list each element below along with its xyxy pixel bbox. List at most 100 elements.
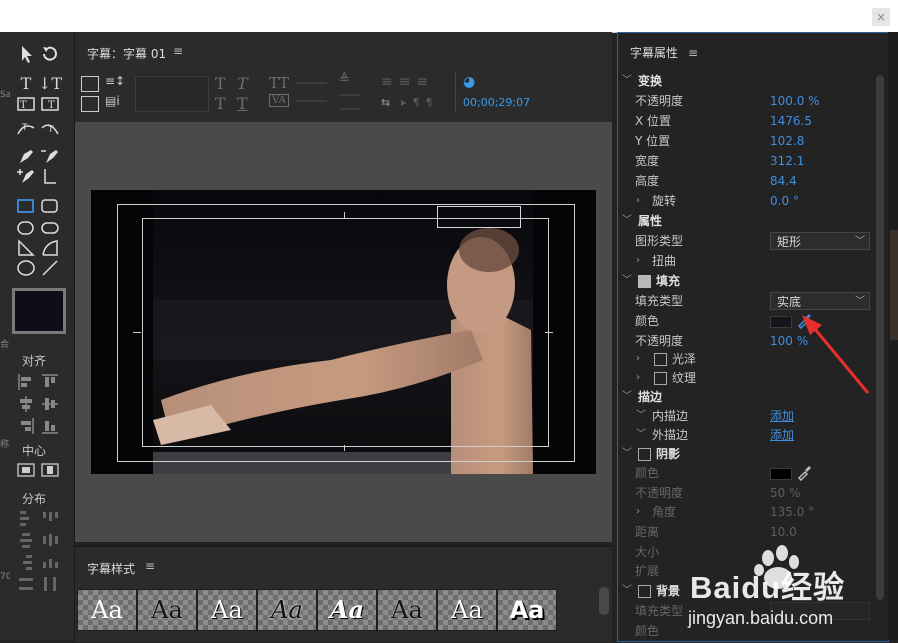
styles-menu-icon[interactable]: ≡ <box>145 559 155 573</box>
shadow-angle-value[interactable]: 135.0 ° <box>770 502 814 522</box>
distribute-top-icon[interactable] <box>40 508 60 528</box>
ellipse-tool-icon[interactable] <box>16 258 36 278</box>
area-type-tool-icon[interactable]: T <box>16 94 36 114</box>
align-center-v-icon[interactable] <box>40 394 60 414</box>
rotation-tool-icon[interactable] <box>40 44 60 64</box>
alignment-icons[interactable]: ≡≡≡ <box>381 74 434 90</box>
align-top-icon[interactable] <box>40 372 60 392</box>
center-vertical-icon[interactable] <box>40 460 60 480</box>
style-tile[interactable]: Aa <box>437 589 497 631</box>
path-type-tool-icon[interactable]: T <box>16 118 36 138</box>
kerning-field[interactable]: ------------ <box>295 96 327 107</box>
chevron-right-icon[interactable]: › <box>636 368 640 388</box>
wedge-tool-icon[interactable] <box>16 238 36 258</box>
style-tile[interactable]: Aa <box>497 589 557 631</box>
convert-anchor-tool-icon[interactable] <box>40 166 60 186</box>
y-position-value[interactable]: 102.8 <box>770 131 804 151</box>
rotation-row[interactable]: › 旋转 0.0 ° <box>618 191 888 211</box>
selection-tool-icon[interactable] <box>16 44 36 64</box>
add-outer-stroke-link[interactable]: 添加 <box>770 425 794 445</box>
background-checkbox[interactable] <box>638 585 651 598</box>
attributes-section[interactable]: ﹀ 属性 <box>618 211 888 231</box>
sheen-checkbox[interactable] <box>654 353 667 366</box>
leading-field[interactable]: -------- <box>339 90 361 101</box>
chevron-down-icon[interactable]: ﹀ <box>636 425 646 445</box>
kerning-icon[interactable]: VA <box>269 94 289 107</box>
selected-rectangle-shape[interactable] <box>437 206 521 228</box>
chevron-right-icon[interactable]: › <box>636 349 640 369</box>
style-tile[interactable]: Aa <box>77 589 137 631</box>
clipped-corner-rectangle-tool-icon[interactable] <box>16 218 36 238</box>
template-icon[interactable] <box>81 96 99 112</box>
shadow-opacity-value[interactable]: 50 % <box>770 483 801 503</box>
tab-align-icon[interactable]: ⇆ <box>381 96 390 109</box>
properties-scrollbar[interactable] <box>876 75 884 600</box>
fill-checkbox[interactable] <box>638 275 651 288</box>
shadow-angle-row[interactable]: › 角度 135.0 ° <box>618 502 888 522</box>
title-canvas-area[interactable] <box>75 122 612 542</box>
leading-icon[interactable]: ≜ <box>339 72 350 87</box>
transform-section[interactable]: ﹀ 变换 <box>618 71 888 91</box>
chevron-down-icon[interactable]: ﹀ <box>636 406 646 426</box>
distribute-spacing-h-icon[interactable] <box>16 574 36 594</box>
shadow-color-chip[interactable] <box>770 468 792 480</box>
rectangle-tool-icon[interactable] <box>16 196 36 216</box>
chevron-down-icon[interactable]: ﹀ <box>622 581 632 601</box>
tracking-field[interactable]: -------- <box>339 104 361 115</box>
distort-row[interactable]: › 扭曲 <box>618 251 888 271</box>
center-horizontal-icon[interactable] <box>16 460 36 480</box>
bold-icon[interactable]: T <box>215 74 226 93</box>
width-value[interactable]: 312.1 <box>770 151 804 171</box>
distribute-right-icon[interactable] <box>16 552 36 572</box>
distribute-spacing-v-icon[interactable] <box>40 574 60 594</box>
align-bottom-icon[interactable] <box>40 416 60 436</box>
align-left-icon[interactable] <box>16 372 36 392</box>
arc-tool-icon[interactable] <box>40 238 60 258</box>
fill-type-dropdown[interactable]: 实底 ﹀ <box>770 292 870 310</box>
font-family-dropdown[interactable] <box>135 76 209 112</box>
pen-tool-icon[interactable] <box>16 146 36 166</box>
vertical-area-type-tool-icon[interactable]: T <box>40 94 60 114</box>
font-size-icon[interactable]: ТT <box>269 74 289 92</box>
timecode-field[interactable]: 00;00;29;07 <box>463 96 530 109</box>
style-tile[interactable]: Aa <box>377 589 437 631</box>
chevron-down-icon[interactable]: ﹀ <box>622 271 632 291</box>
shadow-distance-value[interactable]: 10.0 <box>770 522 797 542</box>
height-value[interactable]: 84.4 <box>770 171 797 191</box>
type-tool-icon[interactable]: T <box>16 74 36 94</box>
texture-checkbox[interactable] <box>654 372 667 385</box>
x-position-value[interactable]: 1476.5 <box>770 111 812 131</box>
font-size-field[interactable]: ------------ <box>295 78 327 89</box>
add-inner-stroke-link[interactable]: 添加 <box>770 406 794 426</box>
align-right-icon[interactable] <box>16 416 36 436</box>
shape-type-dropdown[interactable]: 矩形 ﹀ <box>770 232 870 250</box>
shadow-section[interactable]: ﹀ 阴影 <box>618 444 888 464</box>
fill-color-swatch[interactable] <box>12 288 66 334</box>
style-tile[interactable]: Aa <box>317 589 377 631</box>
chevron-right-icon[interactable]: › <box>636 502 640 522</box>
delete-anchor-tool-icon[interactable] <box>40 146 60 166</box>
vertical-path-type-tool-icon[interactable]: T <box>40 118 60 138</box>
distribute-center-v-icon[interactable] <box>40 530 60 550</box>
rotation-value[interactable]: 0.0 ° <box>770 191 799 211</box>
chevron-down-icon[interactable]: ﹀ <box>622 71 632 91</box>
properties-menu-icon[interactable]: ≡ <box>688 43 698 63</box>
add-anchor-tool-icon[interactable] <box>16 166 36 186</box>
show-background-video-icon[interactable]: ◕ <box>463 74 475 90</box>
fill-section[interactable]: ﹀ 填充 <box>618 271 888 291</box>
style-tile[interactable]: Aa <box>137 589 197 631</box>
align-center-h-icon[interactable] <box>16 394 36 414</box>
underline-icon[interactable]: T <box>237 94 248 113</box>
distribute-center-h-icon[interactable] <box>16 530 36 550</box>
rounded-corner-rectangle-tool-icon[interactable] <box>40 218 60 238</box>
style-tile[interactable]: Aa <box>257 589 317 631</box>
chevron-down-icon[interactable]: ﹀ <box>622 387 632 407</box>
shadow-checkbox[interactable] <box>638 448 651 461</box>
designer-menu-icon[interactable]: ≡ <box>173 44 183 58</box>
chevron-right-icon[interactable]: › <box>636 191 640 211</box>
vertical-type-tool-icon[interactable]: ↓T <box>38 74 62 94</box>
distribute-left-icon[interactable] <box>16 508 36 528</box>
paragraph-icons[interactable]: ▸¶¶ <box>401 96 439 109</box>
fill-color-chip[interactable] <box>770 316 792 328</box>
roll-crawl-icon[interactable] <box>81 76 99 92</box>
